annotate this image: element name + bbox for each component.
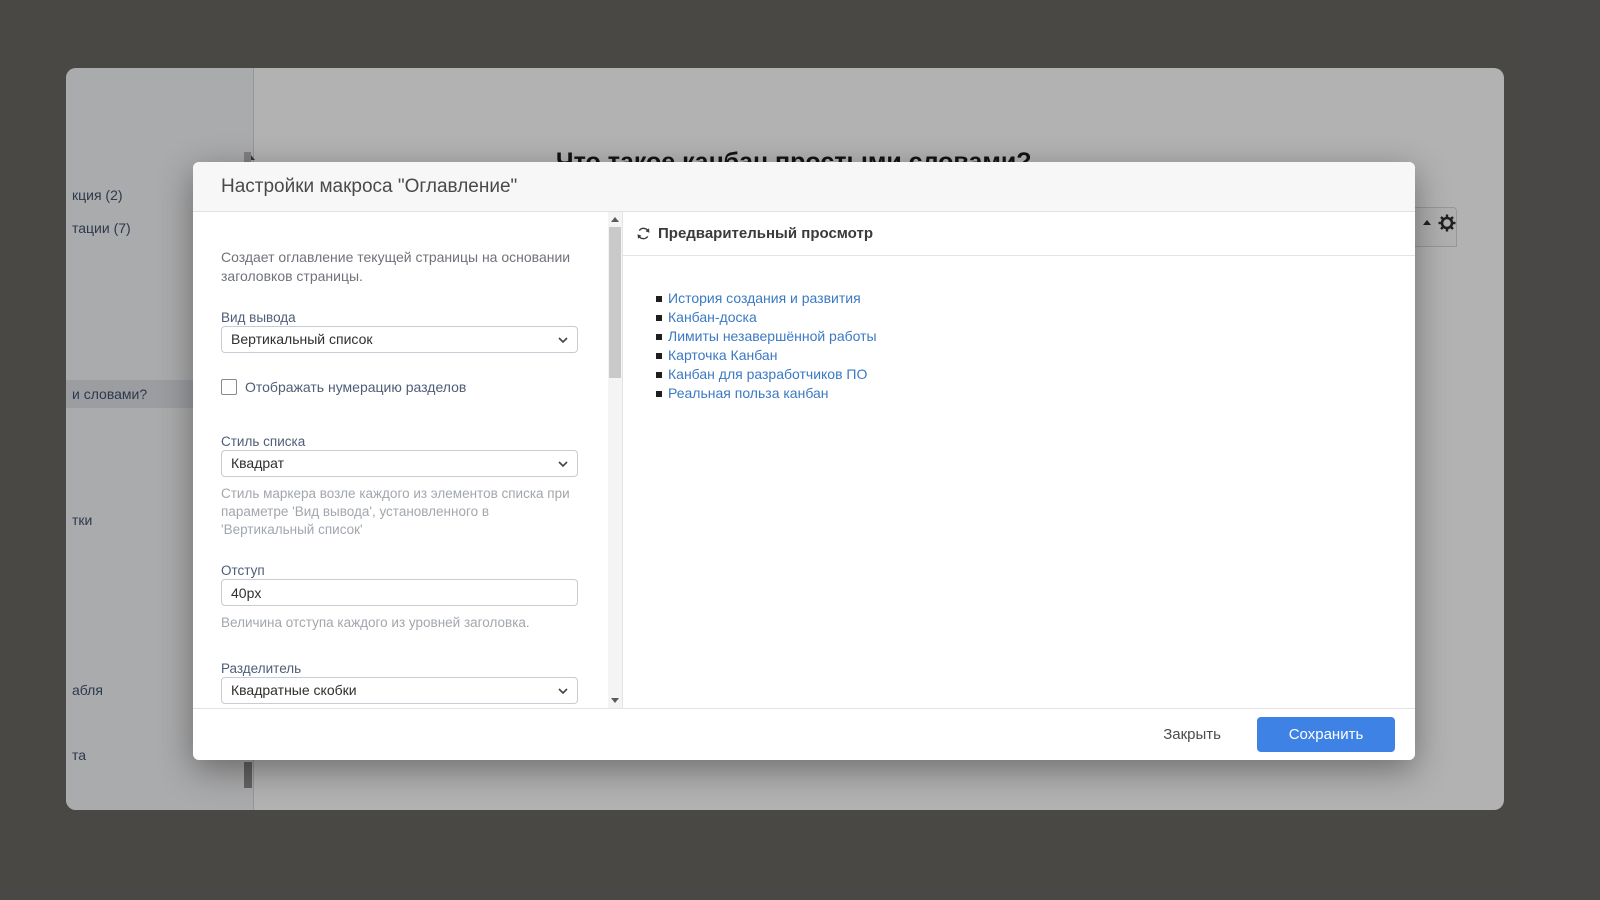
toc-link[interactable]: Канбан для разработчиков ПО xyxy=(668,366,867,382)
toc-item: Карточка Канбан xyxy=(623,346,1415,365)
preview-pane: Предварительный просмотр История создани… xyxy=(622,212,1415,708)
form-scrollbar[interactable] xyxy=(608,212,622,708)
numbering-checkbox[interactable] xyxy=(221,379,237,395)
scrollbar-thumb[interactable] xyxy=(609,227,621,378)
chevron-down-icon xyxy=(558,337,568,344)
output-type-label: Вид вывода xyxy=(221,310,296,325)
scroll-up-icon[interactable] xyxy=(611,217,619,222)
list-style-select[interactable]: Квадрат xyxy=(221,450,578,477)
toc-link[interactable]: Канбан-доска xyxy=(668,309,757,325)
numbering-checkbox-row: Отображать нумерацию разделов xyxy=(221,379,466,395)
output-type-value: Вертикальный список xyxy=(231,331,373,347)
toc-link[interactable]: Лимиты незавершённой работы xyxy=(668,328,877,344)
list-style-value: Квадрат xyxy=(231,455,284,471)
toc-preview-list: История создания и развития Канбан-доска… xyxy=(623,289,1415,403)
toc-link[interactable]: История создания и развития xyxy=(668,290,861,306)
separator-value: Квадратные скобки xyxy=(231,682,357,698)
separator-label: Разделитель xyxy=(221,661,301,676)
toc-item: Лимиты незавершённой работы xyxy=(623,327,1415,346)
toc-link[interactable]: Карточка Канбан xyxy=(668,347,777,363)
list-style-help: Стиль маркера возле каждого из элементов… xyxy=(221,485,581,539)
scroll-down-icon[interactable] xyxy=(611,698,619,703)
chevron-down-icon xyxy=(558,461,568,468)
refresh-icon[interactable] xyxy=(636,226,651,241)
macro-settings-dialog: Настройки макроса "Оглавление" Создает о… xyxy=(193,162,1415,760)
preview-header: Предварительный просмотр xyxy=(623,212,1415,256)
separator-select[interactable]: Квадратные скобки xyxy=(221,677,578,704)
chevron-down-icon xyxy=(558,688,568,695)
toc-item: История создания и развития xyxy=(623,289,1415,308)
screen: кция (2) тации (7) и словами? тки абля т… xyxy=(0,0,1600,900)
toc-item: Канбан-доска xyxy=(623,308,1415,327)
toc-item: Канбан для разработчиков ПО xyxy=(623,365,1415,384)
indent-input[interactable] xyxy=(221,579,578,606)
save-button[interactable]: Сохранить xyxy=(1257,717,1395,752)
dialog-footer: Закрыть Сохранить xyxy=(193,708,1415,760)
indent-label: Отступ xyxy=(221,563,265,578)
list-style-label: Стиль списка xyxy=(221,434,305,449)
toc-link[interactable]: Реальная польза канбан xyxy=(668,385,829,401)
close-button[interactable]: Закрыть xyxy=(1157,725,1227,744)
indent-help: Величина отступа каждого из уровней заго… xyxy=(221,614,581,632)
preview-title: Предварительный просмотр xyxy=(658,225,873,242)
dialog-body: Создает оглавление текущей страницы на о… xyxy=(193,212,1415,708)
settings-form-pane: Создает оглавление текущей страницы на о… xyxy=(193,212,622,708)
macro-description: Создает оглавление текущей страницы на о… xyxy=(221,248,579,286)
dialog-title: Настройки макроса "Оглавление" xyxy=(193,162,1415,212)
output-type-select[interactable]: Вертикальный список xyxy=(221,326,578,353)
toc-item: Реальная польза канбан xyxy=(623,384,1415,403)
numbering-checkbox-label: Отображать нумерацию разделов xyxy=(245,379,466,395)
